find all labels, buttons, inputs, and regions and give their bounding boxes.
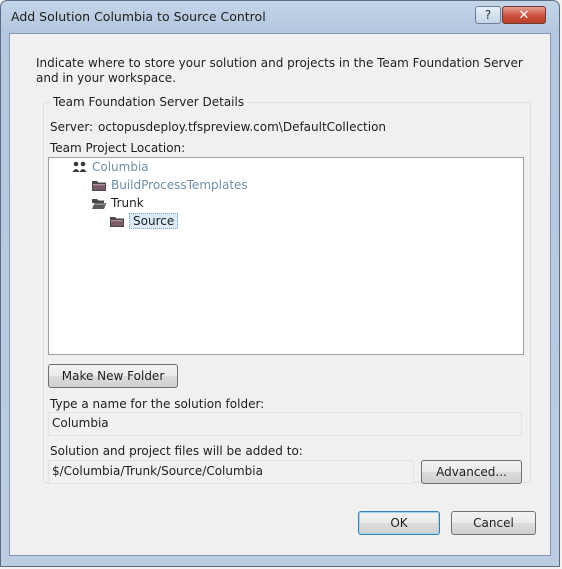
solution-folder-input[interactable]: Columbia xyxy=(48,412,522,436)
cancel-button[interactable]: Cancel xyxy=(451,511,536,535)
tree-item-buildprocesstemplates[interactable]: BuildProcessTemplates xyxy=(91,177,248,193)
team-project-tree[interactable]: Columbia BuildProcessTemplates Trunk Sou… xyxy=(48,157,524,355)
tree-item-label: Trunk xyxy=(111,196,144,210)
window-title: Add Solution Columbia to Source Control xyxy=(11,9,266,24)
dialog-client-area: Indicate where to store your solution an… xyxy=(9,33,551,556)
close-button[interactable]: ✕ xyxy=(502,6,546,24)
target-path-label: Solution and project files will be added… xyxy=(50,444,303,458)
server-value: octopusdeploy.tfspreview.com\DefaultColl… xyxy=(98,120,387,134)
team-project-icon xyxy=(72,160,88,174)
instructions-text: Indicate where to store your solution an… xyxy=(36,56,523,85)
team-project-location-label: Team Project Location: xyxy=(50,141,186,155)
group-title: Team Foundation Server Details xyxy=(50,95,248,109)
tree-item-columbia[interactable]: Columbia xyxy=(72,159,149,175)
tree-item-label: BuildProcessTemplates xyxy=(111,178,248,192)
tree-item-label: Columbia xyxy=(92,160,149,174)
make-new-folder-button[interactable]: Make New Folder xyxy=(48,364,178,388)
advanced-button[interactable]: Advanced... xyxy=(421,460,522,484)
folder-icon xyxy=(91,178,107,192)
folder-icon xyxy=(109,214,125,228)
target-path-field: $/Columbia/Trunk/Source/Columbia xyxy=(48,460,414,484)
ok-button[interactable]: OK xyxy=(358,511,440,535)
tree-item-source[interactable]: Source xyxy=(109,213,179,229)
server-label: Server: xyxy=(50,120,94,134)
solution-folder-label: Type a name for the solution folder: xyxy=(50,397,265,411)
close-icon: ✕ xyxy=(518,7,530,23)
help-icon: ? xyxy=(484,8,492,22)
dialog-window: Add Solution Columbia to Source Control … xyxy=(0,0,560,567)
tree-item-trunk[interactable]: Trunk xyxy=(91,195,144,211)
tree-item-label: Source xyxy=(129,213,179,229)
help-button[interactable]: ? xyxy=(475,6,501,24)
folder-open-icon xyxy=(91,196,107,210)
